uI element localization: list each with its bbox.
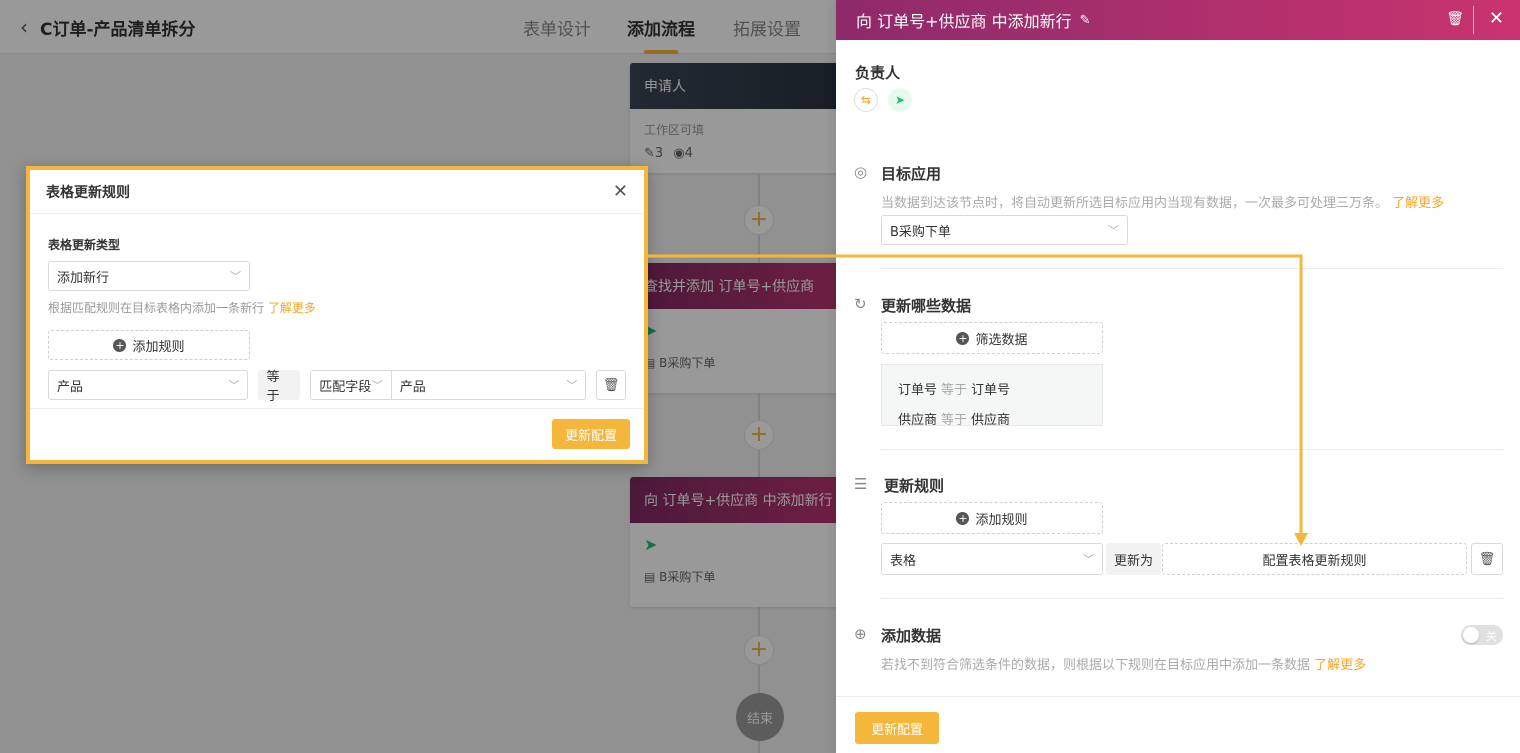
annotation-arrow xyxy=(648,254,1308,546)
arrow-line xyxy=(648,254,1303,537)
arrow-head xyxy=(1294,533,1308,546)
